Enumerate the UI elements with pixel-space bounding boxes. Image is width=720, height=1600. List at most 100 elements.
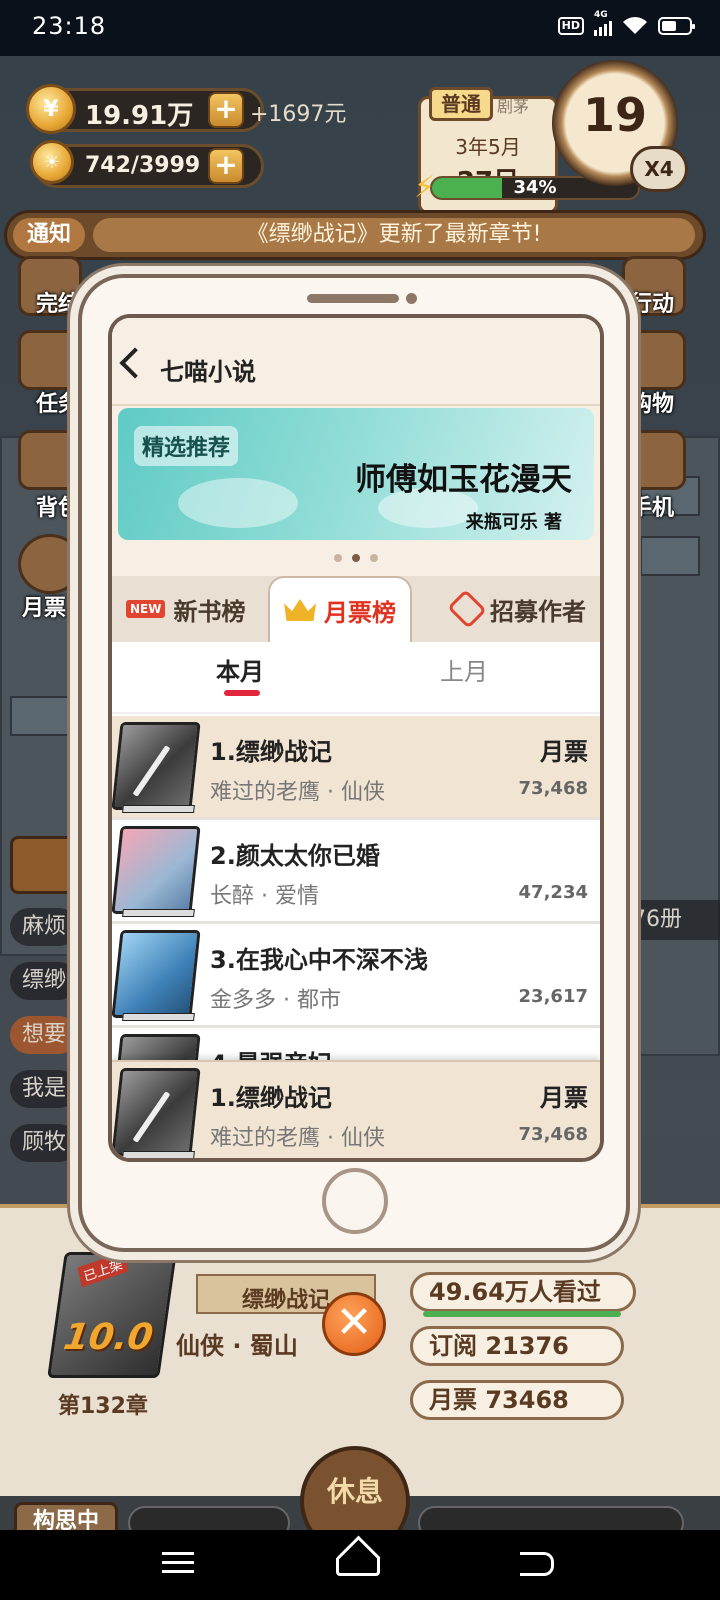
energy-value: 742/3999	[85, 153, 201, 178]
side-label: 月票	[22, 596, 67, 621]
side-label: 背包	[36, 496, 81, 521]
banner-book-title: 师傅如玉花漫天	[355, 462, 572, 498]
add-energy-button[interactable]: +	[208, 148, 244, 184]
money-gain: +1697元	[250, 102, 347, 127]
side-button-phone[interactable]	[622, 430, 686, 490]
banner-author: 来瓶可乐 著	[465, 512, 562, 533]
chat-line: 麻烦	[10, 908, 79, 946]
phone-home-button[interactable]	[322, 1168, 388, 1234]
my-book-row[interactable]: 1.缥缈战记 难过的老鹰 · 仙侠 月票 73,468	[112, 1060, 600, 1158]
side-button-tasks[interactable]	[18, 330, 82, 390]
book-cover	[112, 826, 201, 914]
views-bar	[423, 1311, 621, 1317]
book-genre: 仙侠 · 蜀山	[176, 1332, 298, 1360]
period-tabs: 本月 上月	[112, 642, 600, 714]
app-header: 七喵小说	[112, 318, 600, 406]
phone-speaker	[307, 294, 399, 303]
rest-label: 休息	[326, 1475, 383, 1508]
tab-recruit-authors[interactable]: 招募作者	[447, 584, 586, 634]
background-window	[10, 696, 70, 736]
handshake-icon	[447, 589, 487, 629]
side-button-backpack[interactable]	[18, 430, 82, 490]
page-dot[interactable]	[334, 554, 342, 562]
book-name: 3.在我心中不深不浅	[210, 946, 428, 974]
page-dot[interactable]	[370, 554, 378, 562]
tab-label: 招募作者	[490, 597, 586, 626]
book-meta: 金多多 · 都市	[210, 988, 341, 1013]
monthly-votes-pill: 月票 73468	[410, 1380, 624, 1420]
back-nav-icon[interactable]	[520, 1552, 554, 1576]
tab-label: 新书榜	[173, 597, 246, 626]
book-meta: 难过的老鹰 · 仙侠	[210, 1126, 385, 1151]
lightning-icon: ⚡	[414, 170, 436, 205]
chapter-label: 第132章	[58, 1394, 148, 1419]
side-button-monthly[interactable]	[18, 534, 82, 594]
book-meta: 难过的老鹰 · 仙侠	[210, 780, 385, 805]
tab-this-month[interactable]: 本月	[216, 652, 264, 687]
battery-icon	[658, 17, 695, 35]
book-name: 1.缥缈战记	[210, 738, 332, 766]
notice-tag: 通知	[13, 218, 85, 252]
app-title: 七喵小说	[160, 358, 256, 386]
ranking-tabs: NEW 新书榜 月票榜 招募作者	[112, 576, 600, 642]
active-tab-indicator	[224, 690, 260, 696]
new-badge: NEW	[126, 600, 166, 618]
rank-secondary: 剧茅	[497, 97, 530, 116]
side-label: 完结	[36, 292, 81, 317]
side-label: 任务	[36, 392, 81, 417]
ranking-row[interactable]: 3.在我心中不深不浅 金多多 · 都市 23,617	[112, 924, 600, 1028]
level-value: 19	[582, 88, 647, 142]
notice-bar[interactable]: 通知 《缥缈战记》更新了最新章节!	[4, 210, 706, 260]
tab-new-books[interactable]: NEW 新书榜	[126, 584, 245, 634]
featured-banner[interactable]: 精选推荐 师傅如玉花漫天 来瓶可乐 著	[118, 408, 594, 540]
views-value: 49.64万人看过	[429, 1278, 601, 1306]
signal-icon: 4G	[594, 10, 612, 36]
chat-line: 我是	[10, 1070, 79, 1108]
tab-monthly-votes[interactable]: 月票榜	[268, 576, 412, 642]
clock: 23:18	[32, 12, 107, 40]
votes-label: 月票	[540, 1084, 588, 1112]
book-cover	[112, 930, 201, 1018]
sword-icon	[132, 745, 171, 797]
date-year-month: 3年5月	[455, 135, 521, 159]
navigation-bar	[0, 1530, 720, 1600]
votes-count: 73,468	[518, 1124, 588, 1145]
book-cover: 已上架 10.0	[47, 1251, 177, 1378]
ranking-row[interactable]: 2.颜太太你已婚 长醉 · 爱情 47,234	[112, 820, 600, 924]
close-button[interactable]: ✕	[322, 1292, 386, 1356]
book-cover	[112, 722, 201, 810]
side-label: 手机	[630, 496, 675, 521]
book-cover	[112, 1068, 201, 1156]
speed-button[interactable]: X4	[630, 146, 688, 192]
background-building	[620, 436, 720, 1056]
treasure-chest-icon[interactable]	[10, 836, 80, 894]
views-pill: 49.64万人看过	[410, 1272, 636, 1317]
phone-screen: 七喵小说 精选推荐 师傅如玉花漫天 来瓶可乐 著 NEW 新书榜 月票榜 招募作…	[108, 314, 604, 1162]
money-value: 19.91万	[85, 101, 194, 131]
background-window	[640, 536, 700, 576]
back-icon[interactable]	[119, 347, 151, 379]
books-counter: 76册	[626, 900, 720, 940]
votes-count: 23,617	[518, 986, 588, 1007]
notice-message: 《缥缈战记》更新了最新章节!	[93, 218, 695, 252]
banner-tag: 精选推荐	[134, 426, 239, 466]
home-icon[interactable]	[336, 1558, 380, 1576]
cloud-decoration	[178, 478, 298, 528]
book-name: 1.缥缈战记	[210, 1084, 332, 1112]
sword-icon	[132, 1091, 171, 1143]
side-label: 行动	[630, 292, 675, 317]
side-button-shop[interactable]	[622, 330, 686, 390]
phone-camera	[406, 293, 417, 304]
page-dot-active[interactable]	[352, 554, 360, 562]
add-money-button[interactable]: +	[208, 92, 244, 128]
side-label: 购物	[630, 392, 675, 417]
coin-icon: ¥	[26, 84, 76, 134]
votes-count: 73,468	[518, 778, 588, 799]
wifi-icon	[623, 17, 647, 34]
phone-modal: 七喵小说 精选推荐 师傅如玉花漫天 来瓶可乐 著 NEW 新书榜 月票榜 招募作…	[78, 274, 630, 1252]
menu-icon[interactable]	[156, 1546, 200, 1582]
ranking-row[interactable]: 1.缥缈战记 难过的老鹰 · 仙侠 月票 73,468	[112, 716, 600, 820]
lightbulb-icon: ☀	[30, 140, 74, 184]
tab-last-month[interactable]: 上月	[440, 652, 488, 687]
status-icons: HD 4G	[557, 10, 695, 36]
